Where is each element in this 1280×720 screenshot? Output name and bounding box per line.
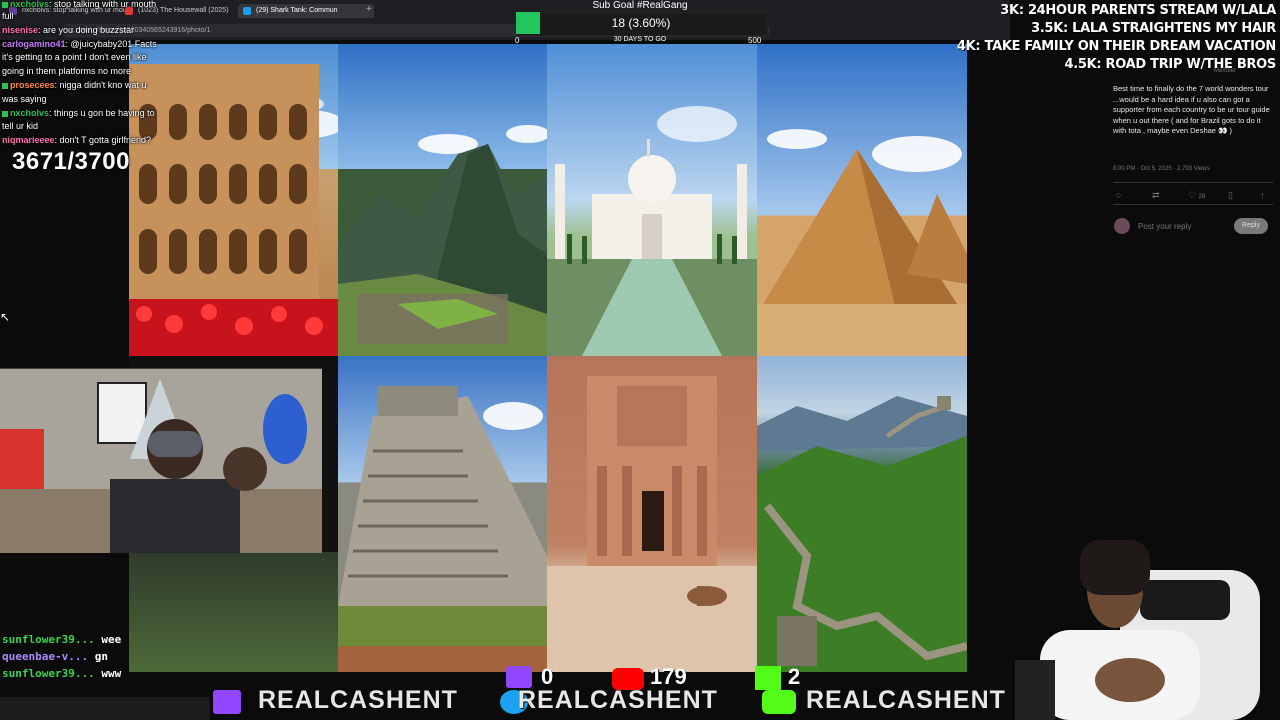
chat-username[interactable]: sunflower39... [2, 633, 95, 646]
tweet-text: Best time to finally do the 7 world wond… [1113, 84, 1270, 135]
chat-text: wee [101, 633, 122, 646]
chat-username[interactable]: queenbae-v... [2, 650, 88, 663]
chat-message: nisenise: are you doing buzzstar [2, 25, 135, 35]
follower-counter: 3671/3700 [12, 148, 130, 175]
chat-text: stop talking with ur mouth [54, 0, 157, 9]
chat-username[interactable]: prosecees [10, 80, 55, 90]
chat-text: going in them platforms no more [2, 66, 132, 76]
kick-icon [755, 666, 781, 690]
taskbar [0, 697, 210, 720]
reply-button[interactable]: Reply [1234, 218, 1268, 234]
chat-text: nigga didn't kno wat u [59, 80, 147, 90]
chat-message: was saying [2, 94, 47, 105]
chat-text: full [2, 11, 14, 21]
sub-goal-title: Sub Goal #RealGang [592, 0, 688, 11]
chat-text: @juicybaby201 Facts [70, 39, 157, 49]
bookmark-icon[interactable]: ▯ [1228, 190, 1233, 201]
chat-message: it's getting to a point I don't even lik… [2, 52, 147, 63]
chat-text: www [101, 667, 122, 680]
browser-tab-active[interactable]: (29) Shark Tank: Commun [238, 4, 374, 18]
twitch-logo-icon [213, 690, 241, 714]
divider [1113, 204, 1273, 205]
sub-goal-progress: 18 (3.60%) [611, 16, 671, 30]
taj-mahal-photo[interactable] [547, 44, 757, 356]
sub-goal-end: 500 [748, 36, 762, 45]
x-tab-icon [243, 7, 251, 15]
like-count: 29 [1198, 194, 1206, 200]
sub-badge-icon [2, 1, 8, 8]
chat-username[interactable]: nxcholvs [10, 108, 49, 118]
machu-picchu-photo[interactable] [338, 44, 547, 356]
divider [1113, 182, 1273, 183]
chat-username[interactable]: niqmarieeee [2, 135, 55, 145]
share-icon[interactable]: ↑ [1260, 190, 1265, 200]
chat-text: was saying [2, 94, 47, 104]
member-badge: Member [1214, 68, 1237, 74]
tweet-panel: Member Best time to finally do the 7 wor… [1104, 60, 1280, 250]
reply-icon[interactable]: ○ [1116, 190, 1121, 200]
tweet-meta: 8:00 PM · Oct 5, 2025 · 2,793 Views [1113, 166, 1210, 172]
chat-username[interactable]: carlogamino41 [2, 39, 66, 49]
handle-twitter: REALCASHENT [518, 686, 718, 714]
webcam-room [0, 368, 322, 553]
new-tab-button[interactable]: + [366, 4, 372, 15]
chat-message: tell ur kid [2, 121, 38, 132]
like-icon[interactable]: ♡ 29 [1188, 190, 1205, 201]
chat-message: full [2, 11, 14, 22]
sub-goal-start: 0 [515, 36, 520, 45]
handle-twitch: REALCASHENT [258, 686, 458, 714]
chat-text: tell ur kid [2, 121, 39, 131]
chat-message: nxcholvs: things u gon be having to [2, 108, 155, 119]
chat-text: it's getting to a point I don't even lik… [2, 52, 147, 62]
handle-youtube: REALCASHENT [806, 686, 1006, 714]
great-wall-photo[interactable] [757, 356, 967, 672]
goal-item: 3K: 24HOUR PARENTS STREAM W/LALA [1000, 3, 1276, 18]
chat-message: queenbae-v... gn [2, 650, 108, 663]
twitch-icon [506, 666, 532, 688]
sub-badge-icon [2, 82, 8, 89]
webcam-streamer [1000, 530, 1280, 720]
mouse-cursor-icon: ↖ [0, 310, 11, 324]
avatar [1114, 218, 1130, 234]
chat-username[interactable]: nxcholvs [10, 0, 49, 9]
tab-label: (29) Shark Tank: Commun [256, 7, 338, 14]
chat-message: going in them platforms no more [2, 66, 131, 77]
chat-message: sunflower39... www [2, 667, 121, 680]
jungle-photo[interactable] [129, 552, 338, 672]
chat-text: are you doing buzzstar [43, 25, 135, 35]
sub-goal-days: 30 DAYS TO GO [613, 36, 667, 43]
petra-photo[interactable] [547, 356, 757, 672]
goal-item: 3.5K: LALA STRAIGHTENS MY HAIR [1031, 21, 1276, 36]
photo-collage[interactable] [129, 44, 967, 672]
chat-message: carlogamino41: @juicybaby201 Facts [2, 39, 157, 49]
chat-message: prosecees: nigga didn't kno wat u [2, 80, 146, 91]
chat-message: niqmarieeee: don't T gotta girlfriend? [2, 135, 151, 145]
chat-message: nxcholvs: stop talking with ur mouth [2, 0, 156, 10]
chat-text: gn [94, 650, 108, 663]
reply-input[interactable]: Post your reply [1138, 222, 1191, 231]
sub-badge-icon [2, 110, 8, 117]
chat-text: don't T gotta girlfriend? [59, 135, 151, 145]
kick-viewers: 2 [788, 664, 801, 689]
pyramids-photo[interactable] [757, 44, 967, 356]
chichen-itza-photo[interactable] [338, 356, 547, 672]
chat-message: sunflower39... wee [2, 633, 121, 646]
chat-text: things u gon be having to [54, 108, 155, 118]
youtube-logo-icon [762, 690, 796, 714]
chat-username[interactable]: sunflower39... [2, 667, 95, 680]
repost-icon[interactable]: ⇄ [1152, 190, 1160, 201]
chat-username[interactable]: nisenise [2, 25, 38, 35]
goal-item: 4K: TAKE FAMILY ON THEIR DREAM VACATION [956, 39, 1276, 54]
